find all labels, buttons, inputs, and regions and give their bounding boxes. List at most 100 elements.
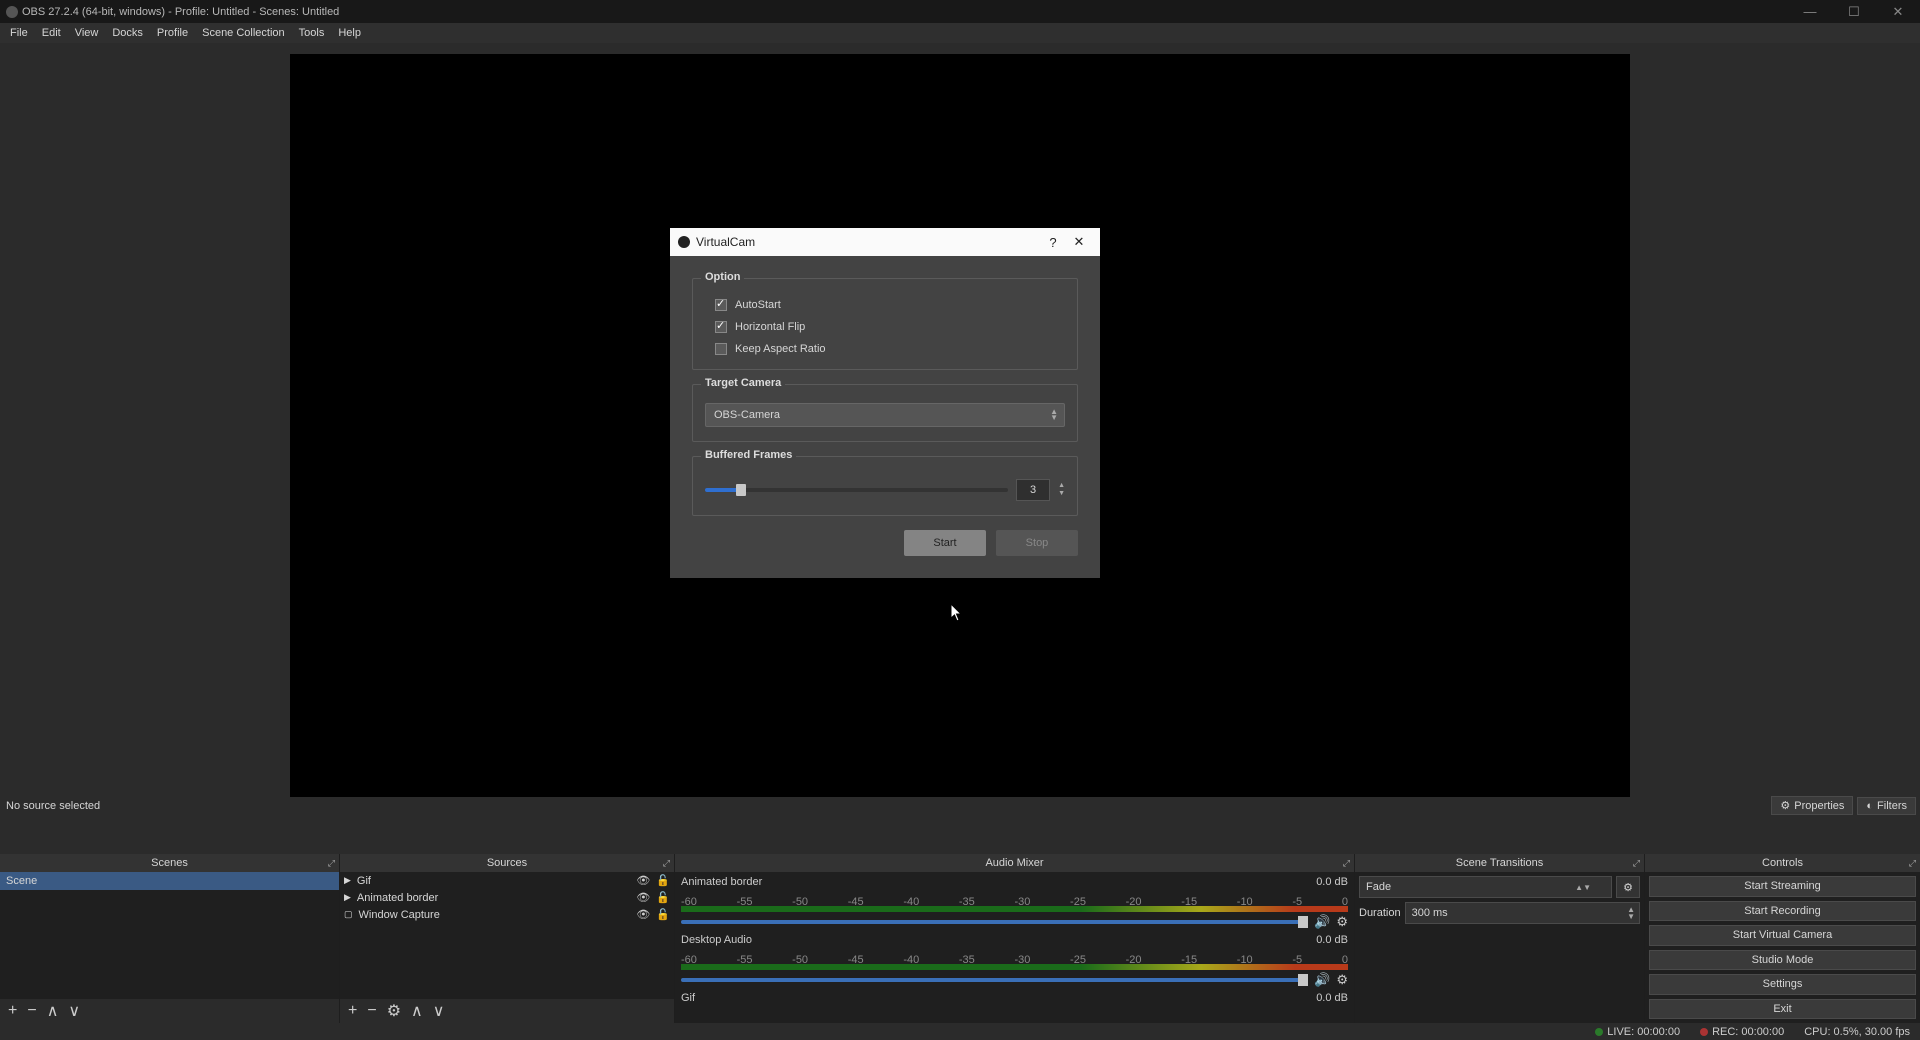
- transition-combo[interactable]: Fade ▲▼: [1359, 876, 1612, 898]
- gear-icon: ⚙: [1780, 799, 1790, 812]
- scenes-toolbar: + − ∧ ∨: [0, 999, 339, 1023]
- visibility-icon[interactable]: 👁: [636, 891, 650, 904]
- menu-edit[interactable]: Edit: [36, 25, 67, 41]
- undock-icon[interactable]: ⤢: [1909, 858, 1916, 869]
- start-button[interactable]: Start: [904, 530, 986, 556]
- scene-down-button[interactable]: ∨: [68, 1001, 80, 1021]
- virtualcam-dialog: VirtualCam ? ✕ Option AutoStart Horizont…: [670, 228, 1100, 578]
- autostart-checkbox[interactable]: [715, 299, 727, 311]
- speaker-icon[interactable]: 🔊: [1314, 914, 1330, 930]
- buffered-frames-slider[interactable]: [705, 488, 1008, 492]
- gear-icon[interactable]: ⚙: [1336, 972, 1348, 988]
- source-row[interactable]: ▶ Animated border 👁 🔓: [340, 889, 674, 906]
- menu-tools[interactable]: Tools: [293, 25, 331, 41]
- window-title: OBS 27.2.4 (64-bit, windows) - Profile: …: [22, 6, 339, 18]
- undock-icon[interactable]: ⤢: [1343, 858, 1350, 869]
- bottom-dock: Scenes ⤢ Scene + − ∧ ∨ Sources ⤢ ▶ Gif 👁…: [0, 854, 1920, 1023]
- maximize-button[interactable]: ☐: [1832, 0, 1876, 23]
- scenes-panel: Scenes ⤢ Scene + − ∧ ∨: [0, 854, 340, 1023]
- lock-icon[interactable]: 🔓: [656, 908, 670, 921]
- audio-item: Desktop Audio 0.0 dB -60-55-50-45-40-35-…: [675, 930, 1354, 988]
- properties-bar: No source selected ⚙ Properties ◐ Filter…: [0, 797, 1920, 814]
- undock-icon[interactable]: ⤢: [1633, 858, 1640, 869]
- duration-spin[interactable]: 300 ms ▲▼: [1405, 902, 1640, 924]
- dialog-title: VirtualCam: [696, 235, 1040, 249]
- autostart-label: AutoStart: [735, 299, 781, 311]
- controls-panel: Controls ⤢ Start Streaming Start Recordi…: [1645, 854, 1920, 1023]
- visibility-icon[interactable]: 👁: [636, 908, 650, 921]
- audio-item: Gif 0.0 dB: [675, 988, 1354, 1004]
- volume-slider[interactable]: [681, 920, 1308, 924]
- scene-up-button[interactable]: ∧: [47, 1001, 59, 1021]
- audio-db: 0.0 dB: [1316, 934, 1348, 946]
- mixer-header[interactable]: Audio Mixer ⤢: [675, 854, 1354, 872]
- lock-icon[interactable]: 🔓: [656, 891, 670, 904]
- buffered-frames-spin[interactable]: 3: [1016, 479, 1050, 501]
- close-button[interactable]: ✕: [1876, 0, 1920, 23]
- remove-source-button[interactable]: −: [367, 1002, 376, 1020]
- status-rec: REC: 00:00:00: [1700, 1026, 1784, 1038]
- start-virtual-camera-button[interactable]: Start Virtual Camera: [1649, 925, 1916, 946]
- remove-scene-button[interactable]: −: [27, 1002, 36, 1020]
- rec-dot-icon: [1700, 1028, 1708, 1036]
- volume-slider[interactable]: [681, 978, 1308, 982]
- studio-mode-button[interactable]: Studio Mode: [1649, 950, 1916, 971]
- add-scene-button[interactable]: +: [8, 1002, 17, 1020]
- slider-thumb[interactable]: [736, 484, 746, 496]
- keep-aspect-checkbox[interactable]: [715, 343, 727, 355]
- filter-icon: ◐: [1866, 800, 1873, 812]
- source-row[interactable]: ▶ Gif 👁 🔓: [340, 872, 674, 889]
- target-camera-value: OBS-Camera: [714, 409, 780, 421]
- dialog-close-button[interactable]: ✕: [1066, 234, 1092, 250]
- add-source-button[interactable]: +: [348, 1002, 357, 1020]
- start-streaming-button[interactable]: Start Streaming: [1649, 876, 1916, 897]
- dialog-titlebar[interactable]: VirtualCam ? ✕: [670, 228, 1100, 256]
- settings-button[interactable]: Settings: [1649, 974, 1916, 995]
- spin-down-icon[interactable]: ▼: [1058, 490, 1065, 498]
- menu-view[interactable]: View: [69, 25, 105, 41]
- sources-header[interactable]: Sources ⤢: [340, 854, 674, 872]
- properties-button[interactable]: ⚙ Properties: [1771, 796, 1853, 815]
- audio-name: Gif: [681, 992, 695, 1004]
- start-recording-button[interactable]: Start Recording: [1649, 901, 1916, 922]
- filters-button[interactable]: ◐ Filters: [1857, 797, 1916, 815]
- scene-item[interactable]: Scene: [0, 872, 339, 890]
- visibility-icon[interactable]: 👁: [636, 874, 650, 887]
- menu-docks[interactable]: Docks: [106, 25, 149, 41]
- speaker-icon[interactable]: 🔊: [1314, 972, 1330, 988]
- source-props-button[interactable]: ⚙: [387, 1001, 401, 1021]
- spin-up-icon[interactable]: ▲: [1058, 482, 1065, 490]
- audio-db: 0.0 dB: [1316, 876, 1348, 888]
- transition-props-button[interactable]: ⚙: [1616, 876, 1640, 898]
- undock-icon[interactable]: ⤢: [328, 858, 335, 869]
- menu-profile[interactable]: Profile: [151, 25, 194, 41]
- target-camera-group: Target Camera OBS-Camera ▲▼: [692, 384, 1078, 442]
- audio-db: 0.0 dB: [1316, 992, 1348, 1004]
- horizontal-flip-checkbox[interactable]: [715, 321, 727, 333]
- menu-help[interactable]: Help: [332, 25, 367, 41]
- gear-icon[interactable]: ⚙: [1336, 914, 1348, 930]
- dialog-help-button[interactable]: ?: [1040, 235, 1066, 250]
- source-row[interactable]: ▢ Window Capture 👁 🔓: [340, 906, 674, 923]
- menubar: File Edit View Docks Profile Scene Colle…: [0, 23, 1920, 43]
- undock-icon[interactable]: ⤢: [663, 858, 670, 869]
- stop-button[interactable]: Stop: [996, 530, 1078, 556]
- status-bar: LIVE: 00:00:00 REC: 00:00:00 CPU: 0.5%, …: [0, 1023, 1920, 1040]
- transitions-header[interactable]: Scene Transitions ⤢: [1355, 854, 1644, 872]
- target-camera-title: Target Camera: [701, 377, 785, 389]
- controls-header[interactable]: Controls ⤢: [1645, 854, 1920, 872]
- menu-file[interactable]: File: [4, 25, 34, 41]
- media-icon: ▶: [344, 892, 351, 903]
- audio-item: Animated border 0.0 dB -60-55-50-45-40-3…: [675, 872, 1354, 930]
- audio-name: Animated border: [681, 876, 762, 888]
- duration-label: Duration: [1359, 907, 1401, 919]
- target-camera-combo[interactable]: OBS-Camera ▲▼: [705, 403, 1065, 427]
- minimize-button[interactable]: —: [1788, 0, 1832, 23]
- source-down-button[interactable]: ∨: [433, 1001, 445, 1021]
- source-up-button[interactable]: ∧: [411, 1001, 423, 1021]
- lock-icon[interactable]: 🔓: [656, 874, 670, 887]
- horizontal-flip-label: Horizontal Flip: [735, 321, 805, 333]
- scenes-header[interactable]: Scenes ⤢: [0, 854, 339, 872]
- exit-button[interactable]: Exit: [1649, 999, 1916, 1020]
- menu-scene-collection[interactable]: Scene Collection: [196, 25, 291, 41]
